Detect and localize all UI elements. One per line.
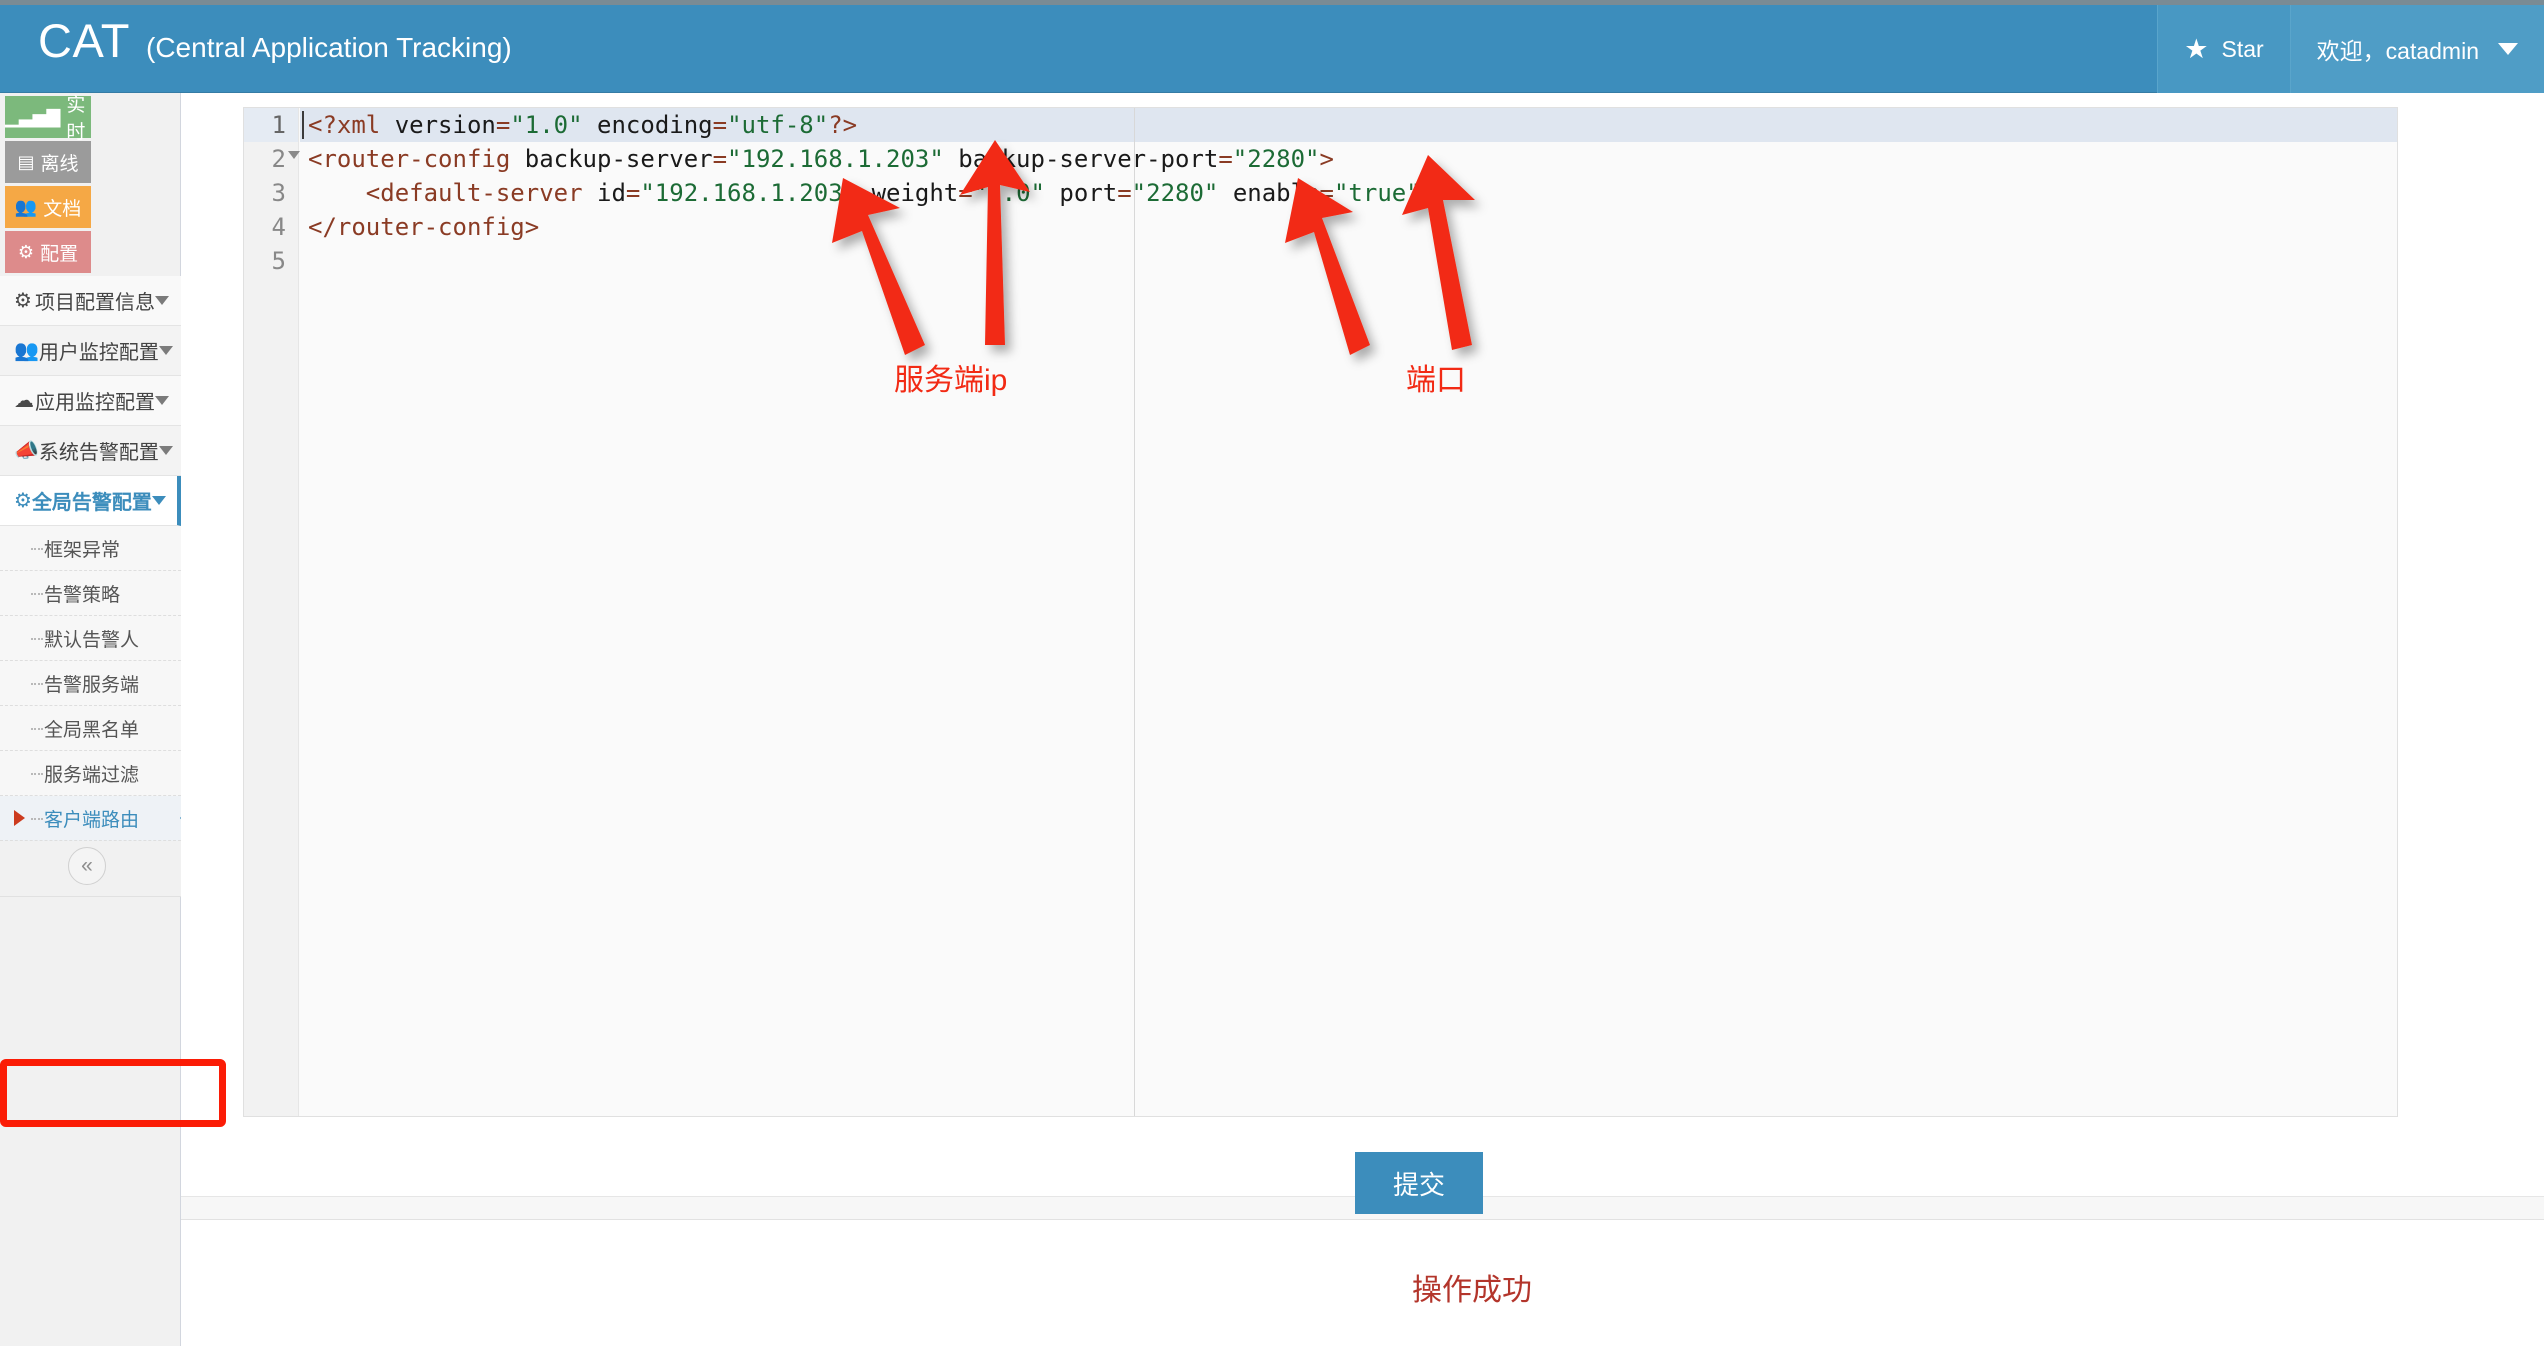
line-number: 2 [271, 145, 286, 173]
quick-button-config[interactable]: ⚙ 配置 [5, 231, 91, 273]
sidebar-subitem-label: 客户端路由 [44, 809, 140, 831]
editor-code-text[interactable]: <?xml version="1.0" encoding="utf-8"?> <… [300, 108, 2397, 244]
sidebar-item-project-config[interactable]: ⚙ 项目配置信息 [0, 276, 181, 326]
annotation-label-server-ip: 服务端ip [894, 364, 1008, 397]
sidebar-item-system-alarm-config[interactable]: 📣 系统告警配置 [0, 426, 181, 476]
operation-result-message: 操作成功 [1412, 1274, 1532, 1307]
user-menu[interactable]: 欢迎，catadmin [2289, 5, 2544, 93]
annotation-label-port: 端口 [1406, 364, 1466, 397]
sidebar-subitem-global-blacklist[interactable]: 全局黑名单 [0, 706, 181, 751]
brand-subtitle: (Central Application Tracking) [146, 32, 512, 63]
print-margin-ruler [1134, 108, 1135, 1116]
sidebar-collapse-area: « [0, 841, 181, 897]
line-number: 4 [271, 213, 286, 241]
code-fold-toggle-icon[interactable] [288, 151, 300, 159]
sidebar-item-label: 全局告警配置 [31, 492, 152, 514]
sidebar-subitem-alarm-policy[interactable]: 告警策略 [0, 571, 181, 616]
gears-icon: ⚙ [14, 290, 32, 312]
user-label: 欢迎，catadmin [2316, 38, 2479, 64]
chevron-down-icon [155, 396, 169, 405]
collapse-sidebar-button[interactable]: « [68, 847, 106, 885]
line-number: 5 [271, 247, 286, 275]
chevron-down-icon [155, 296, 169, 305]
sidebar-nav: ⚙ 项目配置信息 👥 用户监控配置 ☁ 应用监控配置 📣 系统告警配置 ⚙ 全局… [0, 276, 201, 897]
app-brand: CAT (Central Application Tracking) [38, 13, 512, 68]
sidebar-quick-buttons: ▁▃▅▇ 实时 ▤ 离线 👥 文档 ⚙ 配置 [0, 93, 180, 276]
cog-icon: ⚙ [14, 490, 32, 512]
app-header: CAT (Central Application Tracking) ★ Star… [0, 0, 2544, 93]
line-number: 1 [244, 108, 298, 142]
quick-button-realtime-label: 实时 [66, 95, 86, 143]
submit-button[interactable]: 提交 [1355, 1152, 1483, 1214]
editor-gutter: 1 2 3 4 5 [244, 108, 300, 1116]
quick-button-config-label: 配置 [40, 243, 79, 265]
quick-button-docs[interactable]: 👥 文档 [5, 186, 91, 228]
sidebar-subitem-client-route[interactable]: 客户端路由 [0, 792, 201, 844]
chevron-down-icon [158, 446, 173, 455]
line-number: 3 [271, 179, 286, 207]
quick-button-realtime[interactable]: ▁▃▅▇ 实时 [5, 95, 91, 143]
header-actions: ★ Star 欢迎，catadmin [2157, 5, 2544, 93]
chevron-down-icon [2498, 43, 2518, 55]
sidebar-subitem-label: 告警策略 [44, 584, 121, 606]
sidebar-item-label: 系统告警配置 [38, 442, 159, 464]
star-label: Star [2221, 35, 2264, 62]
brand-title: CAT [38, 14, 131, 67]
sidebar-subitem-label: 框架异常 [44, 539, 121, 561]
sidebar-subitem-default-alarm-person[interactable]: 默认告警人 [0, 616, 181, 661]
sidebar-item-label: 用户监控配置 [38, 342, 159, 364]
xml-editor[interactable]: 1 2 3 4 5 <?xml version="1.0" encoding="… [243, 107, 2398, 1117]
sidebar-subitem-label: 默认告警人 [44, 629, 140, 651]
star-icon: ★ [2184, 33, 2209, 64]
users-icon: 👥 [14, 197, 38, 217]
star-button[interactable]: ★ Star [2157, 5, 2290, 93]
sidebar-item-user-monitor-config[interactable]: 👥 用户监控配置 [0, 326, 181, 376]
chevron-down-icon [151, 496, 166, 505]
quick-button-offline-label: 离线 [40, 153, 79, 175]
quick-button-docs-label: 文档 [43, 198, 82, 220]
sidebar-subitem-label: 服务端过滤 [44, 764, 140, 786]
sidebar-subitem-alarm-server[interactable]: 告警服务端 [0, 661, 181, 706]
gears-icon: ⚙ [17, 242, 35, 262]
film-icon: ▤ [17, 152, 35, 172]
sidebar-item-app-monitor-config[interactable]: ☁ 应用监控配置 [0, 376, 181, 426]
sidebar: ▁▃▅▇ 实时 ▤ 离线 👥 文档 ⚙ 配置 ⚙ 项目配置信息 👥 用户监控配置… [0, 93, 201, 1346]
sidebar-item-label: 项目配置信息 [35, 292, 155, 314]
double-chevron-left-icon: « [81, 854, 93, 877]
sidebar-item-global-alarm-config[interactable]: ⚙ 全局告警配置 [0, 476, 181, 526]
sidebar-subitem-label: 全局黑名单 [44, 719, 140, 741]
users-icon: 👥 [14, 340, 39, 362]
quick-button-offline[interactable]: ▤ 离线 [5, 141, 91, 183]
sidebar-submenu: 框架异常 告警策略 默认告警人 告警服务端 全局黑名单 服务端过滤 客户端路由 [0, 526, 201, 844]
megaphone-icon: 📣 [14, 440, 39, 462]
bar-chart-icon: ▁▃▅▇ [5, 107, 61, 127]
sidebar-item-label: 应用监控配置 [35, 392, 155, 414]
editor-code-area[interactable]: <?xml version="1.0" encoding="utf-8"?> <… [300, 108, 2397, 1116]
cloud-icon: ☁ [14, 390, 34, 412]
sidebar-subitem-server-filter[interactable]: 服务端过滤 [0, 751, 181, 796]
sidebar-subitem-label: 告警服务端 [44, 674, 140, 696]
play-triangle-icon [14, 810, 25, 826]
sidebar-subitem-framework-exception[interactable]: 框架异常 [0, 526, 181, 571]
chevron-down-icon [158, 346, 173, 355]
